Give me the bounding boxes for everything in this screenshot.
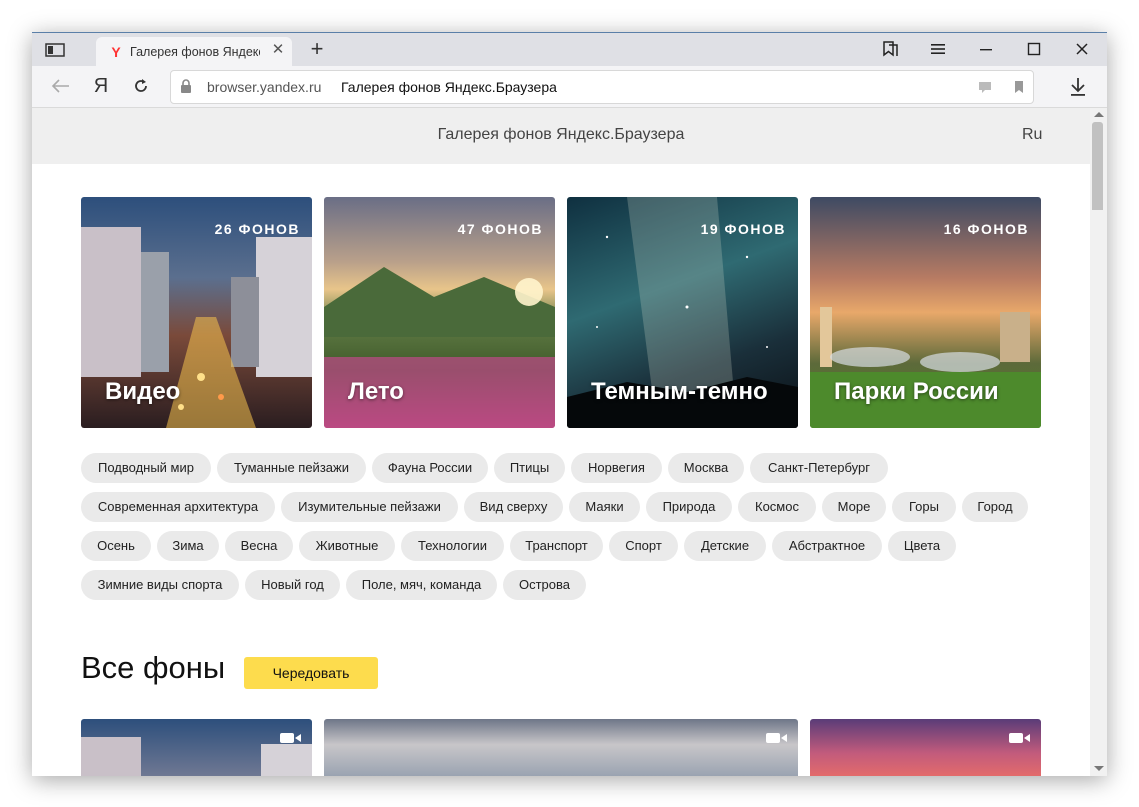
- tag-chip[interactable]: Москва: [668, 453, 744, 483]
- vertical-scrollbar[interactable]: [1090, 108, 1107, 776]
- navigation-bar: Я browser.yandex.ru Галерея фонов Яндекс…: [32, 66, 1107, 108]
- tag-chip[interactable]: Весна: [225, 531, 293, 561]
- tag-chip[interactable]: Птицы: [494, 453, 565, 483]
- tag-chip[interactable]: Цвета: [888, 531, 956, 561]
- maximize-icon[interactable]: [1022, 38, 1046, 60]
- background-thumbnail[interactable]: [324, 719, 798, 776]
- tag-chip[interactable]: Абстрактное: [772, 531, 882, 561]
- tag-chip[interactable]: Зимние виды спорта: [81, 570, 239, 600]
- scrollbar-thumb[interactable]: [1092, 122, 1103, 210]
- url-page-title: Галерея фонов Яндекс.Браузера: [341, 79, 557, 95]
- tag-chip[interactable]: Животные: [299, 531, 395, 561]
- language-switch[interactable]: Ru: [1022, 126, 1042, 144]
- tag-chip[interactable]: Море: [822, 492, 886, 522]
- download-icon[interactable]: [1066, 74, 1090, 98]
- translate-icon[interactable]: [977, 79, 993, 95]
- tag-chip[interactable]: Современная архитектура: [81, 492, 275, 522]
- bookmarks-manager-icon[interactable]: [878, 38, 902, 60]
- tag-chip[interactable]: Поле, мяч, команда: [346, 570, 497, 600]
- scroll-down-arrow-icon[interactable]: [1094, 766, 1104, 771]
- tag-chip[interactable]: Спорт: [609, 531, 678, 561]
- tab-bar: Y Галерея фонов Яндекс.Браузера ✕ +: [32, 33, 1107, 66]
- lock-icon[interactable]: [180, 79, 192, 93]
- reload-icon[interactable]: [128, 74, 154, 98]
- tag-chip[interactable]: Острова: [503, 570, 586, 600]
- collection-card-summer[interactable]: 47 ФОНОВ Лето: [324, 197, 555, 428]
- city-photo-icon: [81, 737, 312, 776]
- tab-title: Галерея фонов Яндекс.Браузера: [130, 45, 260, 59]
- collection-name: Темным-темно: [591, 378, 768, 405]
- video-camera-icon: [766, 731, 788, 743]
- back-arrow-icon[interactable]: [48, 74, 74, 98]
- tag-chip[interactable]: Осень: [81, 531, 151, 561]
- tag-chip[interactable]: Туманные пейзажи: [217, 453, 366, 483]
- shuffle-button[interactable]: Чередовать: [244, 657, 378, 689]
- tag-chip[interactable]: Детские: [684, 531, 766, 561]
- tag-chip[interactable]: Подводный мир: [81, 453, 211, 483]
- collection-name: Лето: [348, 378, 404, 405]
- new-tab-button[interactable]: +: [306, 38, 328, 60]
- page-content: Галерея фонов Яндекс.Браузера Ru 26 ФОНО…: [32, 108, 1090, 776]
- tag-chip[interactable]: Новый год: [245, 570, 340, 600]
- tag-chip[interactable]: Зима: [157, 531, 219, 561]
- background-thumbnail[interactable]: [810, 719, 1041, 776]
- tag-chip[interactable]: Санкт-Петербург: [750, 453, 888, 483]
- minimize-icon[interactable]: [974, 38, 998, 60]
- menu-icon[interactable]: [926, 38, 950, 60]
- collection-count: 47 ФОНОВ: [457, 221, 543, 237]
- collection-count: 26 ФОНОВ: [214, 221, 300, 237]
- collection-card-video[interactable]: 26 ФОНОВ Видео: [81, 197, 312, 428]
- yandex-favicon-icon: Y: [111, 44, 121, 60]
- section-title: Все фоны: [81, 650, 226, 685]
- browser-window: Y Галерея фонов Яндекс.Браузера ✕ + Я: [32, 32, 1107, 776]
- scroll-up-arrow-icon[interactable]: [1094, 112, 1104, 117]
- collection-card-parks[interactable]: 16 ФОНОВ Парки России: [810, 197, 1041, 428]
- tag-chip[interactable]: Маяки: [569, 492, 640, 522]
- tag-chip[interactable]: Космос: [738, 492, 816, 522]
- tab-close-icon[interactable]: ✕: [270, 42, 286, 58]
- bookmark-icon[interactable]: [1011, 79, 1027, 95]
- address-bar[interactable]: browser.yandex.ru Галерея фонов Яндекс.Б…: [170, 70, 1034, 104]
- tag-chip[interactable]: Изумительные пейзажи: [281, 492, 458, 522]
- tag-chip[interactable]: Город: [962, 492, 1028, 522]
- page-header: Галерея фонов Яндекс.Браузера Ru: [32, 108, 1090, 164]
- collection-count: 19 ФОНОВ: [700, 221, 786, 237]
- tag-chip[interactable]: Транспорт: [510, 531, 603, 561]
- video-camera-icon: [280, 731, 302, 743]
- tag-chip[interactable]: Горы: [892, 492, 956, 522]
- tag-chip[interactable]: Вид сверху: [464, 492, 563, 522]
- collection-count: 16 ФОНОВ: [943, 221, 1029, 237]
- page-title: Галерея фонов Яндекс.Браузера: [437, 126, 685, 143]
- url-host: browser.yandex.ru: [207, 79, 322, 95]
- video-camera-icon: [1009, 731, 1031, 743]
- close-window-icon[interactable]: [1070, 38, 1094, 60]
- tab-active[interactable]: Y Галерея фонов Яндекс.Браузера ✕: [96, 37, 292, 66]
- collection-card-dark[interactable]: 19 ФОНОВ Темным-темно: [567, 197, 798, 428]
- tag-chip[interactable]: Технологии: [401, 531, 504, 561]
- tag-chip[interactable]: Норвегия: [571, 453, 662, 483]
- yandex-button[interactable]: Я: [88, 74, 114, 98]
- collection-name: Парки России: [834, 378, 999, 405]
- tag-chip[interactable]: Фауна России: [372, 453, 488, 483]
- background-thumbnail[interactable]: [81, 719, 312, 776]
- collection-name: Видео: [105, 378, 181, 405]
- tag-chip[interactable]: Природа: [646, 492, 732, 522]
- sidebar-toggle-icon[interactable]: [44, 41, 68, 59]
